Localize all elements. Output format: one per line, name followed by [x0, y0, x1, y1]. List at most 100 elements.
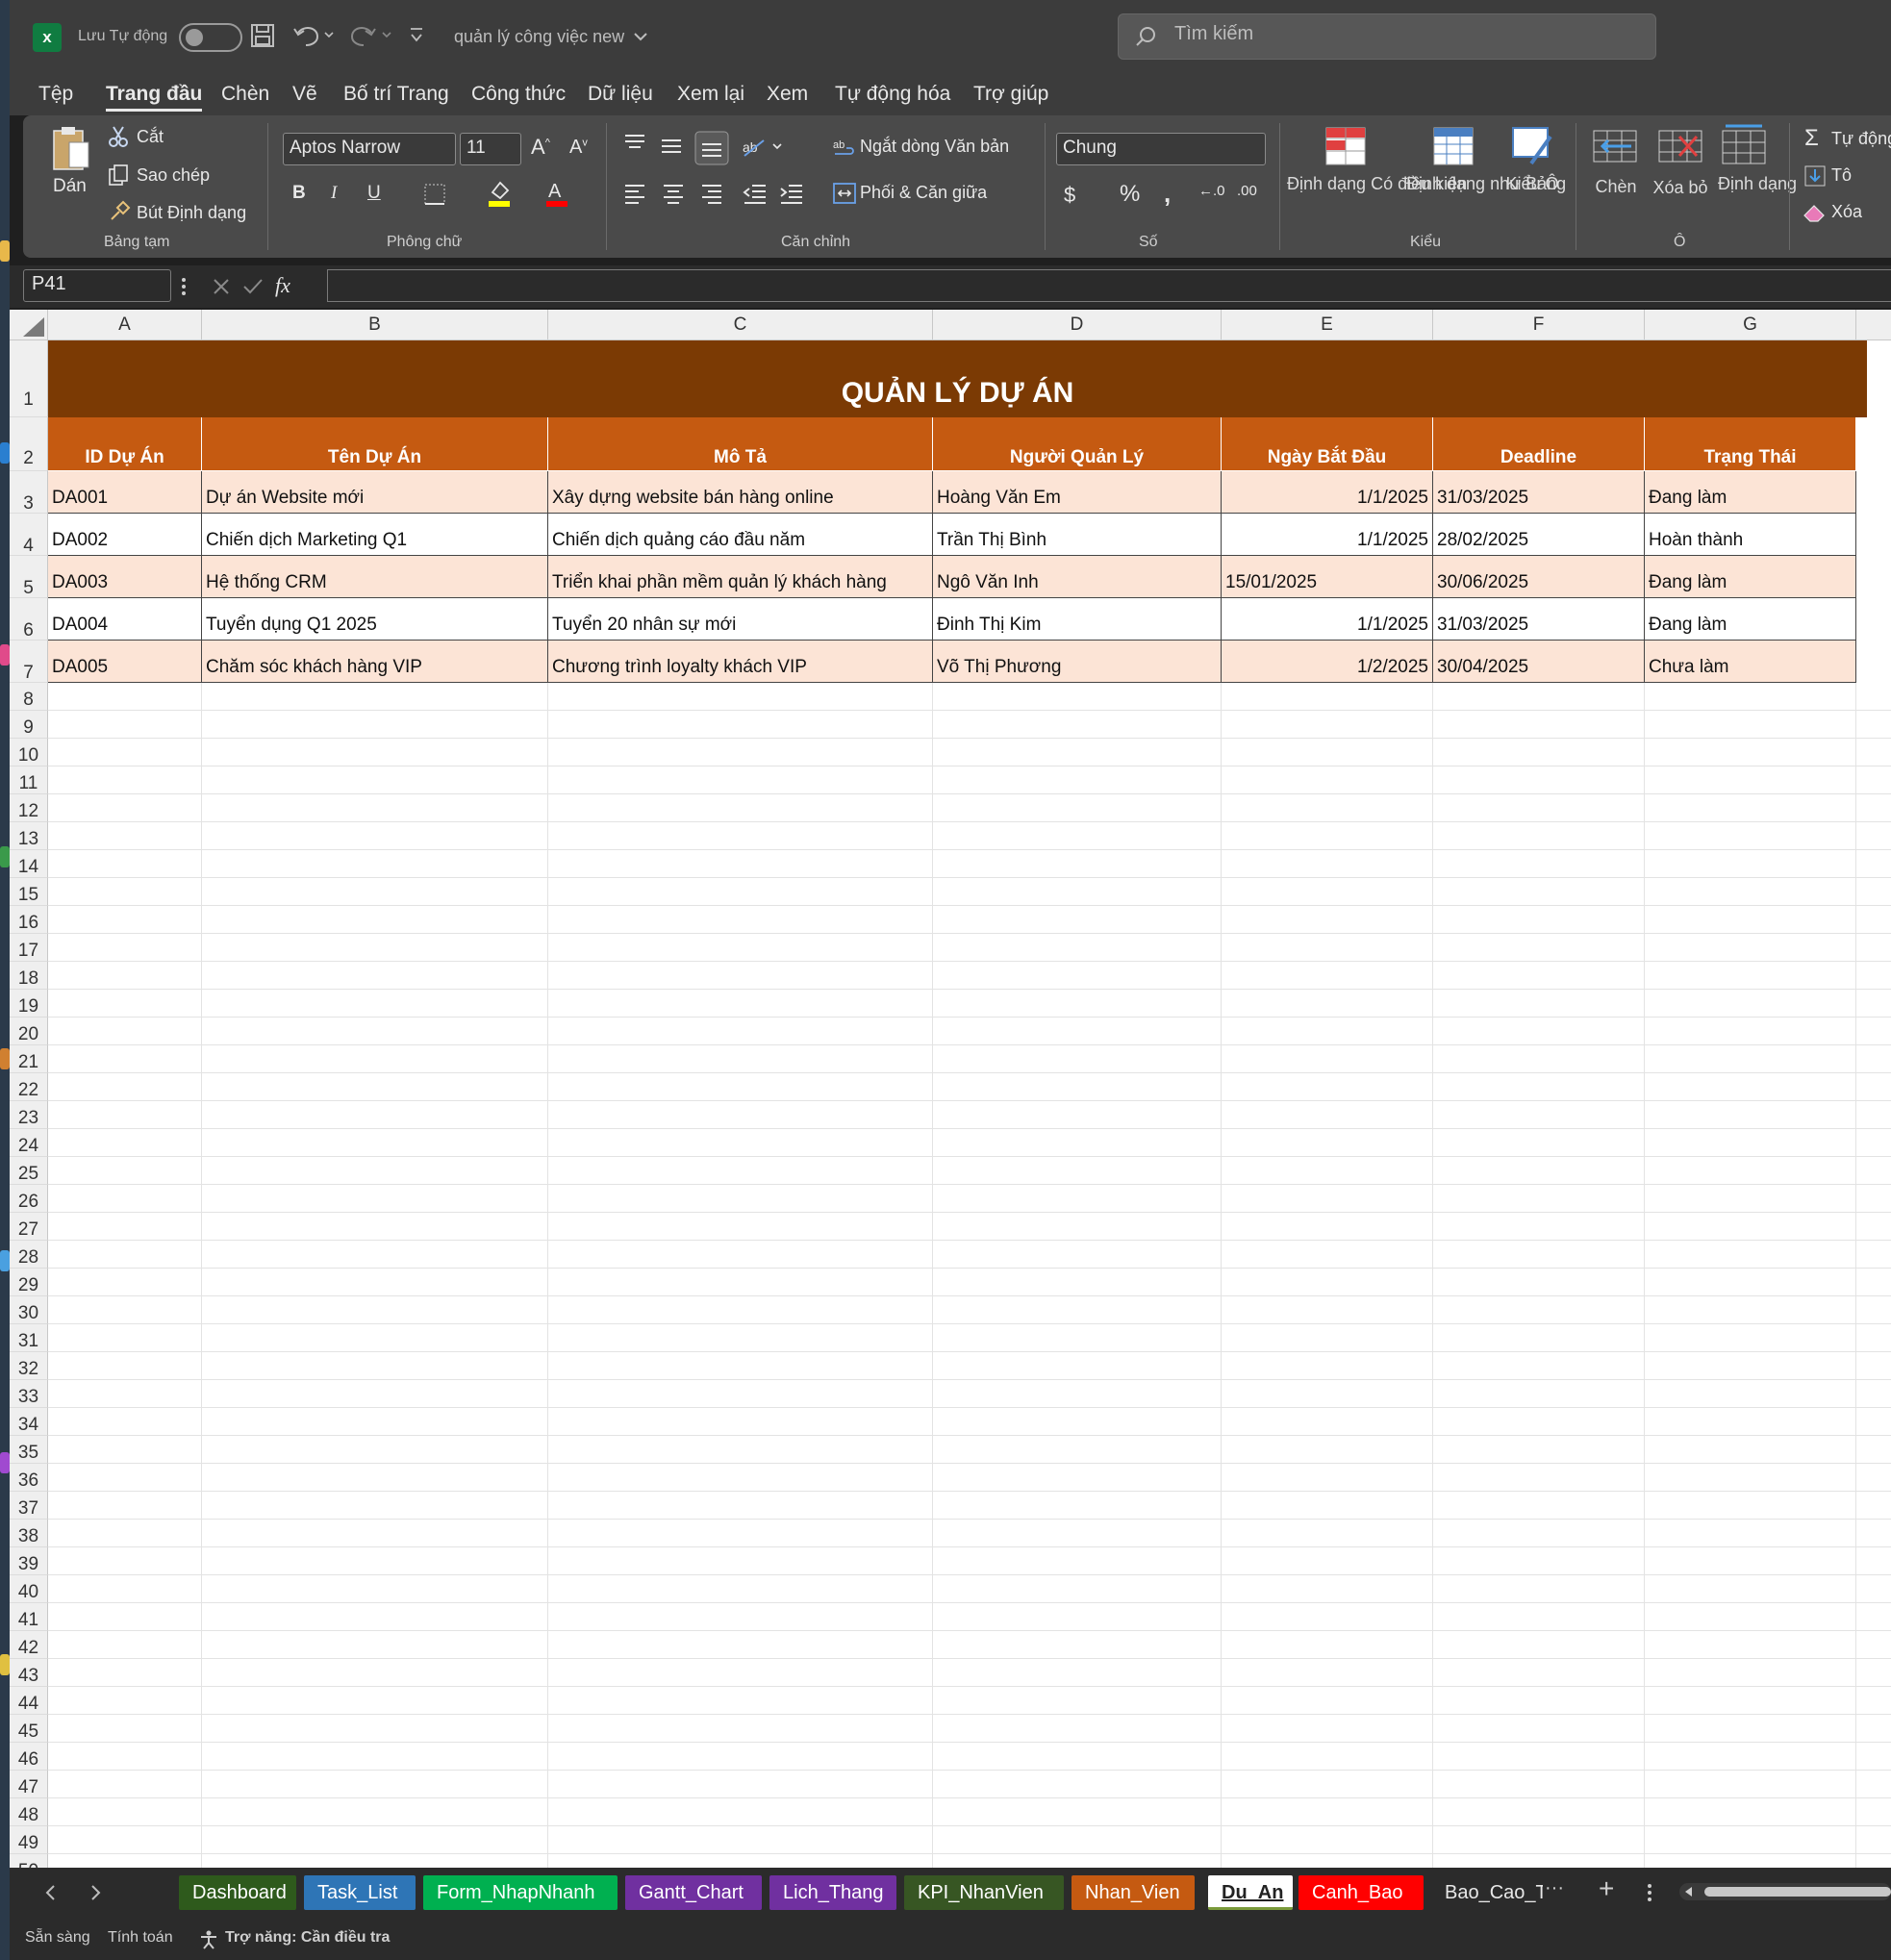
- tab-data[interactable]: Dữ liệu: [588, 83, 653, 106]
- table-cell[interactable]: Hoàn thành: [1645, 514, 1856, 556]
- row-header[interactable]: 18: [10, 962, 48, 990]
- chevron-right-icon[interactable]: [88, 1883, 102, 1902]
- bold-icon[interactable]: B: [292, 183, 306, 204]
- italic-icon[interactable]: I: [331, 183, 337, 204]
- align-center-icon[interactable]: [662, 183, 687, 204]
- delete-cells-button[interactable]: Xóa bỏ: [1652, 177, 1708, 198]
- sheet-tab[interactable]: Dashboard: [179, 1875, 296, 1910]
- row-header[interactable]: 46: [10, 1743, 48, 1771]
- row-header[interactable]: 9: [10, 711, 48, 739]
- row-header[interactable]: 39: [10, 1547, 48, 1575]
- table-cell[interactable]: 15/01/2025: [1222, 556, 1433, 598]
- row-header[interactable]: 19: [10, 990, 48, 1018]
- fill-color-icon[interactable]: [487, 179, 512, 208]
- table-cell[interactable]: DA001: [48, 471, 202, 514]
- save-icon[interactable]: [250, 23, 275, 48]
- select-all-button[interactable]: [10, 310, 48, 340]
- copy-button[interactable]: Sao chép: [137, 165, 210, 186]
- row-header[interactable]: 8: [10, 683, 48, 711]
- table-header-cell[interactable]: Tên Dự Án: [202, 417, 548, 471]
- table-header-cell[interactable]: Ngày Bắt Đầu: [1222, 417, 1433, 471]
- tab-home[interactable]: Trang đầu: [106, 83, 203, 112]
- column-header[interactable]: E: [1222, 310, 1433, 340]
- table-cell[interactable]: Triển khai phần mềm quản lý khách hàng: [548, 556, 933, 598]
- format-cells-button[interactable]: Định dạng: [1718, 173, 1797, 194]
- chevron-left-icon[interactable]: [44, 1883, 58, 1902]
- table-cell[interactable]: 30/04/2025: [1433, 641, 1645, 683]
- table-cell[interactable]: 30/06/2025: [1433, 556, 1645, 598]
- row-header[interactable]: 25: [10, 1157, 48, 1185]
- wrap-text-icon[interactable]: ab: [833, 137, 856, 160]
- align-middle-icon[interactable]: [658, 137, 685, 158]
- table-cell[interactable]: DA003: [48, 556, 202, 598]
- row-header[interactable]: 41: [10, 1603, 48, 1631]
- undo-icon[interactable]: [292, 23, 335, 48]
- table-cell[interactable]: Dự án Website mới: [202, 471, 548, 514]
- cell-styles-button[interactable]: Kiểu Ô: [1502, 173, 1562, 194]
- tab-draw[interactable]: Vẽ: [292, 83, 317, 106]
- column-header[interactable]: D: [933, 310, 1222, 340]
- row-header[interactable]: 10: [10, 739, 48, 766]
- font-name-select[interactable]: Aptos Narrow: [283, 133, 456, 165]
- sheet-tab[interactable]: Du_An: [1208, 1875, 1293, 1910]
- align-right-icon[interactable]: [700, 183, 725, 204]
- spreadsheet-grid[interactable]: ABCDEFG 1 2 3 4 5 6 7 8 9 10 11 12 13 14 15 16 17 18 19 20 2…: [10, 310, 1891, 1868]
- row-header[interactable]: 50: [10, 1854, 48, 1868]
- sheet-tab[interactable]: Form_NhapNhanh: [423, 1875, 618, 1910]
- accessibility-icon[interactable]: [198, 1929, 219, 1950]
- row-header[interactable]: 4: [10, 514, 48, 556]
- tab-automate[interactable]: Tự động hóa: [835, 83, 950, 106]
- table-cell[interactable]: Xây dựng website bán hàng online: [548, 471, 933, 514]
- table-cell[interactable]: DA002: [48, 514, 202, 556]
- format-painter-button[interactable]: Bút Định dạng: [137, 203, 246, 223]
- fill-down-icon[interactable]: [1804, 165, 1826, 187]
- table-cell[interactable]: 1/1/2025: [1222, 471, 1433, 514]
- table-cell[interactable]: Đang làm: [1645, 471, 1856, 514]
- row-header[interactable]: 14: [10, 850, 48, 878]
- column-header[interactable]: B: [202, 310, 548, 340]
- row-header[interactable]: 1: [10, 340, 48, 417]
- status-calc[interactable]: Tính toán: [108, 1929, 173, 1947]
- insert-cells-icon[interactable]: [1593, 127, 1637, 165]
- eraser-icon[interactable]: [1803, 202, 1828, 223]
- sheet-title-cell[interactable]: QUẢN LÝ DỰ ÁN: [48, 340, 1867, 417]
- row-header[interactable]: 38: [10, 1520, 48, 1547]
- row-header[interactable]: 27: [10, 1213, 48, 1241]
- insert-cells-button[interactable]: Chèn: [1593, 177, 1639, 197]
- table-cell[interactable]: DA004: [48, 598, 202, 641]
- tab-review[interactable]: Xem lại: [677, 83, 744, 106]
- row-header[interactable]: 47: [10, 1771, 48, 1798]
- increase-decimal-icon[interactable]: ←.0: [1198, 183, 1225, 199]
- redo-icon[interactable]: [348, 23, 392, 48]
- row-header[interactable]: 32: [10, 1352, 48, 1380]
- cut-icon[interactable]: [108, 125, 129, 148]
- format-as-table-icon[interactable]: [1433, 127, 1474, 165]
- table-header-cell[interactable]: ID Dự Án: [48, 417, 202, 471]
- table-header-cell[interactable]: Người Quản Lý: [933, 417, 1222, 471]
- cell-styles-icon[interactable]: [1512, 127, 1552, 165]
- shrink-font-icon[interactable]: Av: [569, 137, 588, 159]
- row-header[interactable]: 7: [10, 641, 48, 683]
- sheet-tab[interactable]: Bao_Cao_T: [1431, 1875, 1543, 1910]
- autosum-button[interactable]: Tự động: [1831, 129, 1891, 149]
- merge-center-icon[interactable]: [833, 183, 856, 204]
- row-header[interactable]: 23: [10, 1101, 48, 1129]
- row-header[interactable]: 11: [10, 766, 48, 794]
- merge-center-button[interactable]: Phối & Căn giữa: [860, 183, 987, 203]
- tab-page-layout[interactable]: Bố trí Trang: [343, 83, 449, 106]
- tab-view[interactable]: Xem: [767, 83, 808, 106]
- align-bottom-icon[interactable]: [694, 131, 729, 165]
- border-icon[interactable]: [423, 183, 448, 206]
- insert-function-icon[interactable]: fx: [275, 273, 290, 298]
- table-cell[interactable]: Tuyển dụng Q1 2025: [202, 598, 548, 641]
- paste-button[interactable]: Dán: [53, 176, 87, 197]
- row-header[interactable]: 31: [10, 1324, 48, 1352]
- table-cell[interactable]: Hệ thống CRM: [202, 556, 548, 598]
- table-header-cell[interactable]: Mô Tả: [548, 417, 933, 471]
- table-cell[interactable]: 28/02/2025: [1433, 514, 1645, 556]
- currency-icon[interactable]: $: [1064, 183, 1075, 208]
- row-header[interactable]: 15: [10, 878, 48, 906]
- column-header[interactable]: [1856, 310, 1891, 340]
- autosum-icon[interactable]: Σ: [1804, 125, 1819, 152]
- row-header[interactable]: 6: [10, 598, 48, 641]
